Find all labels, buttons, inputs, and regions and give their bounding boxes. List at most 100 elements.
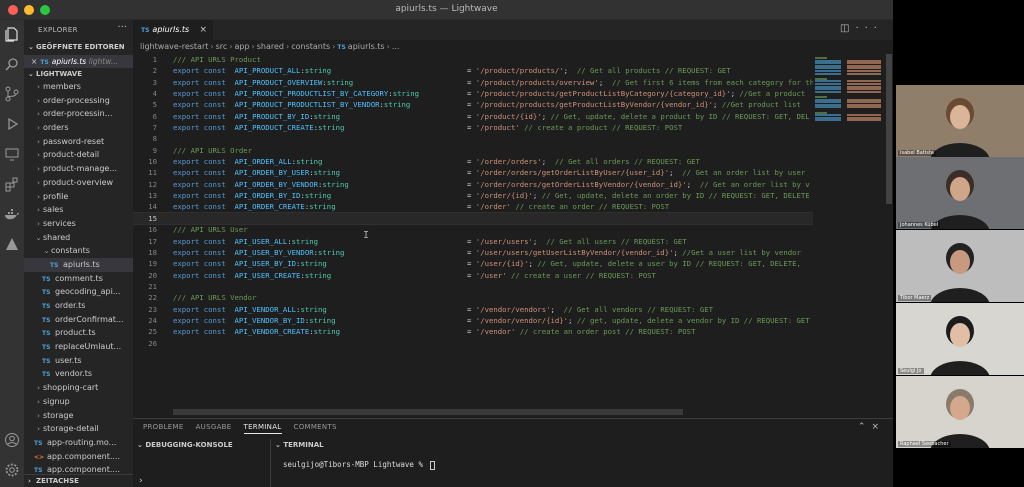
settings-gear-icon[interactable] <box>4 462 20 478</box>
terminal-header[interactable]: ⌄ TERMINAL <box>275 441 324 449</box>
horizontal-scrollbar[interactable] <box>173 409 683 415</box>
participant-video-tile[interactable]: Seulgi Jo <box>896 303 1024 375</box>
tree-item[interactable]: › product-detail <box>24 148 133 162</box>
tree-item[interactable]: ⌄ constants <box>24 244 133 258</box>
terminal-pane[interactable]: ⌄ TERMINAL seulgijo@Tibors-MBP Lightwave… <box>271 439 893 487</box>
tree-item[interactable]: › profile <box>24 190 133 204</box>
more-actions-icon[interactable]: ··· <box>855 23 883 34</box>
code-line[interactable]: 5 export const API_PRODUCT_PRODUCTLIST_BY… <box>133 99 813 110</box>
open-editor-item[interactable]: × TS apiurls.ts lightw... <box>24 55 133 68</box>
tree-item[interactable]: TS orderConfirmat... <box>24 313 133 327</box>
tree-item[interactable]: ⌄ shared <box>24 231 133 245</box>
tree-item[interactable]: › shopping-cart <box>24 381 133 395</box>
deploy-icon[interactable] <box>4 236 20 252</box>
participant-video-tile[interactable]: Johannes Kübel <box>896 157 1024 229</box>
code-line[interactable]: 2 export const API_PRODUCT_ALL:string = '/… <box>133 65 813 76</box>
code-line[interactable]: 18 export const API_USER_BY_VENDOR:string… <box>133 247 813 258</box>
code-line[interactable]: 3 export const API_PRODUCT_OVERVIEW:strin… <box>133 77 813 88</box>
breadcrumb-item[interactable]: shared <box>257 42 284 51</box>
chevron-up-icon[interactable]: ⌃ <box>858 422 872 432</box>
tree-item[interactable]: › storage-detail <box>24 422 133 436</box>
code-line[interactable]: 6 export const API_PRODUCT_BY_ID:string = … <box>133 111 813 122</box>
panel-tab-probleme[interactable]: PROBLEME <box>143 423 184 433</box>
vertical-scrollbar[interactable] <box>885 54 893 410</box>
code-line[interactable]: 25 export const API_VENDOR_CREATE:string =… <box>133 326 813 337</box>
tree-item[interactable]: › signup <box>24 395 133 409</box>
code-line[interactable]: 1 /// API URLS Product <box>133 54 813 65</box>
panel-tab-ausgabe[interactable]: AUSGABE <box>196 423 232 433</box>
tree-item[interactable]: › order-processin... <box>24 107 133 121</box>
code-line[interactable]: 19 export const API_USER_BY_ID:string = '/… <box>133 258 813 269</box>
remote-explorer-icon[interactable] <box>4 146 20 162</box>
code-line[interactable]: 4 export const API_PRODUCT_PRODUCTLIST_BY… <box>133 88 813 99</box>
code-line[interactable]: 9 /// API URLS Order <box>133 145 813 156</box>
tree-item[interactable]: TS comment.ts <box>24 272 133 286</box>
tree-item[interactable]: › orders <box>24 121 133 135</box>
tree-item[interactable]: › order-processing <box>24 94 133 108</box>
tree-item[interactable]: › storage <box>24 409 133 423</box>
code-line[interactable]: 21 <box>133 281 813 292</box>
close-tab-icon[interactable]: × <box>199 20 207 40</box>
terminal-prompt[interactable]: seulgijo@Tibors-MBP Lightwave % <box>283 460 435 470</box>
breadcrumb-item[interactable]: ... <box>392 42 400 51</box>
code-line[interactable]: 14 export const API_ORDER_CREATE:string = … <box>133 201 813 212</box>
code-line[interactable]: 20 export const API_USER_CREATE:string = '… <box>133 270 813 281</box>
panel-tab-comments[interactable]: COMMENTS <box>294 423 337 433</box>
code-line[interactable]: 7 export const API_PRODUCT_CREATE:string =… <box>133 122 813 133</box>
breadcrumb-item[interactable]: src <box>216 42 228 51</box>
debug-console-header[interactable]: ⌄ DEBUGGING-KONSOLE <box>137 441 233 449</box>
tree-item[interactable]: › product-manage... <box>24 162 133 176</box>
timeline-section[interactable]: › ZEITACHSE <box>24 474 133 487</box>
code-line[interactable]: 8 <box>133 133 813 144</box>
breadcrumb-item[interactable]: app <box>234 42 249 51</box>
tab-apiurls[interactable]: TS apiurls.ts × <box>133 20 213 40</box>
tree-item[interactable]: TS geocoding_api... <box>24 285 133 299</box>
docker-icon[interactable] <box>4 206 20 222</box>
debug-input-chevron-icon[interactable]: › <box>139 476 143 486</box>
scrollbar-thumb[interactable] <box>886 54 892 204</box>
source-control-icon[interactable] <box>4 86 20 102</box>
breadcrumb-item[interactable]: apiurls.ts <box>348 42 385 51</box>
files-icon[interactable] <box>4 26 20 42</box>
search-icon[interactable] <box>4 56 20 72</box>
account-icon[interactable] <box>4 432 20 448</box>
code-line[interactable]: 24 export const API_VENDOR_BY_ID:string = … <box>133 315 813 326</box>
code-line[interactable]: 11 export const API_ORDER_BY_USER:string =… <box>133 167 813 178</box>
code-line[interactable]: 12 export const API_ORDER_BY_VENDOR:strin… <box>133 179 813 190</box>
code-line[interactable]: 17 export const API_USER_ALL:string = '/us… <box>133 236 813 247</box>
code-line[interactable]: 13 export const API_ORDER_BY_ID:string = '… <box>133 190 813 201</box>
tree-item[interactable]: › members <box>24 80 133 94</box>
tree-item[interactable]: TS user.ts <box>24 354 133 368</box>
tree-item[interactable]: TS app-routing.mo... <box>24 436 133 450</box>
breadcrumb-item[interactable]: lightwave-restart <box>140 42 208 51</box>
code-line[interactable]: 23 export const API_VENDOR_ALL:string = '/… <box>133 304 813 315</box>
code-line[interactable]: 15 <box>133 211 813 226</box>
participant-video-tile[interactable]: Tibor Maerz <box>896 230 1024 302</box>
code-line[interactable]: 10 export const API_ORDER_ALL:string = '/o… <box>133 156 813 167</box>
code-editor[interactable]: 1 /// API URLS Product 2 export const API_P… <box>133 54 813 410</box>
open-editors-section[interactable]: ⌄ GEÖFFNETE EDITOREN <box>24 41 133 54</box>
code-line[interactable]: 16 /// API URLS User <box>133 224 813 235</box>
extensions-icon[interactable] <box>4 176 20 192</box>
close-panel-icon[interactable]: × <box>871 422 885 432</box>
breadcrumb-item[interactable]: constants <box>291 42 330 51</box>
tree-item[interactable]: › services <box>24 217 133 231</box>
code-line[interactable]: 26 <box>133 338 813 349</box>
participant-video-tile[interactable]: Isabel Batista <box>896 85 1024 157</box>
tree-item[interactable]: TS replaceUmlaut... <box>24 340 133 354</box>
participant-video-tile[interactable]: Raphael Seebacher <box>896 376 1024 448</box>
code-line[interactable]: 22 /// API URLS Vendor <box>133 292 813 303</box>
tree-item[interactable]: TS apiurls.ts <box>24 257 133 272</box>
tree-item[interactable]: › password-reset <box>24 135 133 149</box>
minimap[interactable] <box>813 54 885 410</box>
run-debug-icon[interactable] <box>4 116 20 132</box>
tree-item[interactable]: TS product.ts <box>24 326 133 340</box>
split-editor-icon[interactable]: ◫ <box>840 23 855 34</box>
close-icon[interactable]: × <box>31 57 37 66</box>
more-actions-icon[interactable]: ··· <box>117 22 127 33</box>
tree-item[interactable]: › sales <box>24 203 133 217</box>
panel-tab-terminal[interactable]: TERMINAL <box>243 423 282 434</box>
tree-item[interactable]: <> app.component.... <box>24 450 133 464</box>
tree-item[interactable]: TS order.ts <box>24 299 133 313</box>
tree-item[interactable]: TS vendor.ts <box>24 367 133 381</box>
